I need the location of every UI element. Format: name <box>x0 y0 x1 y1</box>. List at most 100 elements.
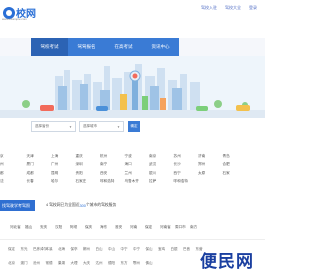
city-link[interactable]: 宁波 <box>123 154 148 159</box>
footer-link[interactable]: 中山 <box>108 247 121 252</box>
watermark-logo: 便民网 <box>200 252 254 271</box>
city-link[interactable]: 上海 <box>49 154 74 159</box>
footer-link[interactable]: 澳门 <box>21 261 34 266</box>
footer-link[interactable]: 大理 <box>71 261 84 266</box>
footer-link[interactable]: 巴音 <box>183 247 196 252</box>
footer-link[interactable]: 常德 <box>46 261 59 266</box>
city-link[interactable]: 京 <box>0 154 25 159</box>
top-link[interactable]: 登录 <box>249 5 257 11</box>
province-link[interactable]: 海东 <box>100 225 115 230</box>
city-link[interactable]: 广州 <box>49 162 74 167</box>
city-select-value: 选择城市 <box>83 124 97 128</box>
province-link[interactable]: 周口市 <box>175 225 190 230</box>
city-link[interactable]: 武汉 <box>147 162 172 167</box>
city-link[interactable]: 兰州 <box>123 171 148 176</box>
city-link[interactable]: 西宁 <box>172 171 197 176</box>
nav-item-exam[interactable]: 驾校考试 <box>31 38 68 56</box>
city-link[interactable]: 天津 <box>25 154 50 159</box>
province-link[interactable]: 阿坝 <box>70 225 85 230</box>
city-link[interactable]: 银川 <box>147 171 172 176</box>
city-link[interactable]: 石家庄 <box>74 179 99 184</box>
city-link[interactable]: 长春 <box>25 179 50 184</box>
logo-subtitle: www.example.com <box>2 17 28 21</box>
footer-link[interactable]: 大庆 <box>83 261 96 266</box>
footer-link[interactable]: 保山 <box>146 247 159 252</box>
footer-link[interactable]: 保亭 <box>71 247 84 252</box>
footer-link[interactable]: 北京 <box>8 261 21 266</box>
province-link[interactable]: 福山 <box>25 225 40 230</box>
footer-link[interactable]: 北海 <box>58 247 71 252</box>
city-link[interactable]: 郑州 <box>196 162 221 167</box>
chevron-down-icon: ▼ <box>69 125 72 129</box>
confirm-button[interactable]: 确定 <box>128 121 140 132</box>
info-text-suffix: 个城市的驾校服务 <box>85 203 117 207</box>
city-link[interactable]: 都 <box>0 171 25 176</box>
top-link[interactable]: 驾校大全 <box>225 5 241 11</box>
city-link[interactable]: 南京 <box>147 154 172 159</box>
footer-link[interactable]: 中宁 <box>133 247 146 252</box>
city-link[interactable]: 南宁 <box>98 162 123 167</box>
city-link[interactable]: 青岛 <box>221 154 246 159</box>
nav-item-signup[interactable]: 驾驾报名 <box>68 38 105 56</box>
city-link[interactable]: 济南 <box>196 154 221 159</box>
footer-link[interactable]: 鄂州 <box>133 261 146 266</box>
city-link[interactable]: 呼和浩特 <box>98 179 123 184</box>
nav-item-online-test[interactable]: 在高考试 <box>105 38 142 56</box>
top-links: 驾校入驻 驾校大全 登录 <box>201 5 257 11</box>
city-link[interactable]: 太原 <box>196 171 221 176</box>
footer-link[interactable]: 巴彦淖尔 <box>33 247 47 252</box>
info-tag[interactable]: 找驾驶学考驾照 <box>0 200 35 211</box>
footer-link[interactable]: 佛山 <box>146 261 159 266</box>
city-link[interactable]: 杭州 <box>98 154 123 159</box>
city-link[interactable]: 州 <box>0 162 25 167</box>
city-link[interactable]: 乌鲁木齐 <box>123 179 148 184</box>
footer-links: 保定 东光 巴彦淖尔 本溪 北海 保亭 郴州 白山 中山 中宁 中宁 保山 宝鸡… <box>8 247 208 266</box>
city-link[interactable]: 深圳 <box>74 162 99 167</box>
province-link[interactable]: 南方 <box>190 225 205 230</box>
info-text: 4 驾校网已为全国近 300 个城市的驾校服务 <box>46 200 116 211</box>
footer-link[interactable]: 保定 <box>8 247 21 252</box>
footer-link[interactable]: 白山 <box>96 247 109 252</box>
footer-link[interactable]: 中宁 <box>121 247 134 252</box>
city-link[interactable]: 苏州 <box>172 154 197 159</box>
city-link[interactable]: 贵阳 <box>74 171 99 176</box>
province-link[interactable]: 淮安 <box>115 225 130 230</box>
footer-link[interactable]: 达州 <box>96 261 109 266</box>
city-link[interactable]: 厦门 <box>25 162 50 167</box>
hero-city-illustration <box>0 56 265 118</box>
province-link[interactable]: 保庆 <box>85 225 100 230</box>
province-link[interactable]: 河南 <box>130 225 145 230</box>
city-link[interactable]: 西安 <box>98 171 123 176</box>
city-link[interactable]: 呼和浩特 <box>172 179 197 184</box>
city-link[interactable]: 长沙 <box>172 162 197 167</box>
footer-link[interactable]: 东方 <box>121 261 134 266</box>
city-link[interactable]: 拉萨 <box>147 179 172 184</box>
city-link[interactable]: 哈尔 <box>49 179 74 184</box>
footer-link[interactable]: 郴州 <box>83 247 96 252</box>
city-link[interactable]: 成都 <box>25 171 50 176</box>
city-link[interactable]: 石家 <box>221 171 246 176</box>
footer-link[interactable]: 东光 <box>21 247 34 252</box>
city-select[interactable]: 选择城市 ▼ <box>79 121 124 132</box>
footer-link[interactable]: 白银 <box>171 247 184 252</box>
province-link[interactable]: 汉阳 <box>55 225 70 230</box>
footer-link[interactable]: 宝鸡 <box>158 247 171 252</box>
nav-item-news[interactable]: 资讯中心 <box>142 38 179 56</box>
footer-link[interactable]: 沧州 <box>33 261 46 266</box>
city-link[interactable]: 重庆 <box>74 154 99 159</box>
footer-link[interactable]: 本溪 <box>46 247 59 252</box>
footer-link[interactable]: 德阳 <box>108 261 121 266</box>
city-row: 都 成都 昆明 贵阳 西安 兰州 银川 西宁 太原 石家 <box>0 169 265 178</box>
top-link[interactable]: 驾校入驻 <box>201 5 217 11</box>
footer-link[interactable]: 巢湖 <box>58 261 71 266</box>
city-link[interactable]: 合肥 <box>221 162 246 167</box>
city-link[interactable]: 海口 <box>123 162 148 167</box>
province-select[interactable]: 选择省份 ▼ <box>31 121 76 132</box>
province-link[interactable]: 安庆 <box>40 225 55 230</box>
province-link[interactable]: 河北省 <box>10 225 25 230</box>
city-link[interactable]: 昆明 <box>49 171 74 176</box>
city-row: 京 天津 上海 重庆 杭州 宁波 南京 苏州 济南 青岛 <box>0 152 265 161</box>
province-link[interactable]: 河南省 <box>160 225 175 230</box>
city-link[interactable]: 沈 <box>0 179 25 184</box>
province-link[interactable]: 保定 <box>145 225 160 230</box>
